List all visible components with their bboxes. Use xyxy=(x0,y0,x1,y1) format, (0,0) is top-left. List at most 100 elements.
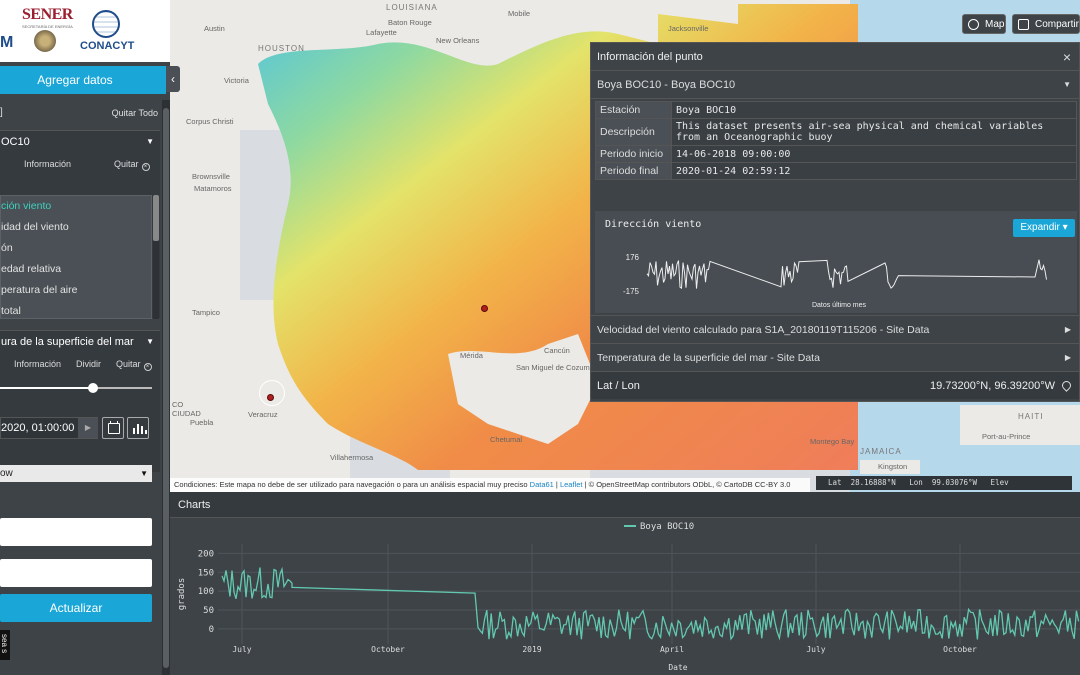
buoy-marker[interactable] xyxy=(481,305,488,312)
wind-direction-mini-chart: Dirección viento Expandir ▾ 176 -175 Dat… xyxy=(595,211,1077,313)
table-value: 14-06-2018 09:00:00 xyxy=(671,145,1077,163)
map-label: Tampico xyxy=(192,308,220,317)
conacyt-logo: CONACYT xyxy=(80,40,135,52)
expand-button[interactable]: Expandir ▾ xyxy=(1013,219,1075,237)
variable-item[interactable]: idad del viento xyxy=(1,217,151,238)
map-pin-icon[interactable] xyxy=(1060,379,1073,392)
legend-stub: sea s xyxy=(0,630,10,660)
add-data-button[interactable]: Agregar datos xyxy=(0,66,166,94)
y-axis-label: grados xyxy=(177,578,187,611)
charts-panel: Charts 200 150 100 50 0 July October 2019 April J… xyxy=(170,492,1080,675)
variable-item[interactable]: total xyxy=(1,301,151,322)
logo-bar: SENER SECRETARÍA DE ENERGÍA M CONACYT xyxy=(0,0,170,62)
map-label: Montego Bay xyxy=(810,437,855,446)
map-label: San Miguel de Cozumel xyxy=(516,363,596,372)
layer-buoy-remove-button[interactable]: Quitar × xyxy=(114,159,150,171)
variable-item[interactable]: peratura del aire xyxy=(1,280,151,301)
collapse-sidebar-button[interactable]: ‹ xyxy=(166,66,180,92)
x-tick-label: April xyxy=(660,645,684,654)
map-label: Mobile xyxy=(508,9,531,18)
variable-item[interactable]: ón xyxy=(1,238,151,259)
variable-item[interactable]: ción viento xyxy=(1,196,151,217)
table-value: Boya BOC10 xyxy=(671,101,1077,119)
calendar-icon[interactable] xyxy=(102,417,124,439)
sener-logo: SENER xyxy=(22,6,73,23)
chevron-down-icon: ▼ xyxy=(140,469,148,478)
layer-sst-remove-button[interactable]: Quitar × xyxy=(116,359,152,371)
x-tick-label: July xyxy=(232,645,251,654)
close-icon[interactable]: × xyxy=(1063,43,1071,71)
legend-label: Boya BOC10 xyxy=(640,522,694,532)
sst-site-data-link[interactable]: Temperatura de la superficie del mar - S… xyxy=(591,343,1079,371)
map-label: Cancún xyxy=(544,346,570,355)
layer-buoy-title[interactable]: OC10 ▼ xyxy=(0,131,160,153)
mini-chart-svg: 176 -175 Datos último mes xyxy=(623,253,1047,309)
x-tick-label: 2019 xyxy=(522,645,541,654)
mexico-seal-icon xyxy=(34,30,56,52)
latlon-label: Lat / Lon xyxy=(597,380,640,392)
map-label: Brownsville xyxy=(192,172,230,181)
sidebar: SENER SECRETARÍA DE ENERGÍA M CONACYT Ag… xyxy=(0,0,170,675)
map-label: HAITI xyxy=(1018,412,1044,421)
layers-header: ] Quitar Todo xyxy=(0,104,162,122)
play-arrow-icon[interactable]: ▶ xyxy=(78,418,98,438)
chevron-down-icon[interactable]: ▼ xyxy=(146,331,154,353)
bar xyxy=(145,430,147,434)
chevron-right-icon: ▶ xyxy=(1064,353,1071,362)
layer-sst-split-button[interactable]: Dividir xyxy=(76,359,101,369)
layer-sst: ura de la superficie del mar ▼ Informaci… xyxy=(0,330,160,472)
share-button[interactable]: Compartir xyxy=(1012,14,1080,34)
map-label: JAMAICA xyxy=(860,447,902,456)
layer-sst-title[interactable]: ura de la superficie del mar ▼ xyxy=(0,331,160,353)
table-key: Descripción xyxy=(595,118,672,146)
map-label: Corpus Christi xyxy=(186,117,234,126)
chevron-down-icon[interactable]: ▼ xyxy=(146,131,154,153)
table-row: Estación Boya BOC10 xyxy=(595,101,1077,119)
range-min-input[interactable] xyxy=(0,518,152,546)
selection-ring xyxy=(259,380,285,406)
globe-icon xyxy=(968,19,979,30)
conacyt-globe-icon xyxy=(92,10,120,38)
data61-link[interactable]: Data61 xyxy=(530,480,554,489)
map-label: Baton Rouge xyxy=(388,18,432,27)
y-tick-label: 50 xyxy=(203,606,214,616)
bar xyxy=(141,426,143,434)
x-tick-label: July xyxy=(806,645,825,654)
layer-buoy-info-button[interactable]: Información xyxy=(24,159,71,169)
mini-chart-title: Dirección viento xyxy=(605,219,702,230)
station-select-value: Boya BOC10 - Boya BOC10 xyxy=(597,79,736,91)
latlon-value: 19.73200°N, 96.39200°W xyxy=(930,380,1055,392)
variable-item[interactable]: edad relativa xyxy=(1,259,151,280)
share-button-label: Compartir xyxy=(1035,19,1079,30)
station-info-table: Estación Boya BOC10 Descripción This datas… xyxy=(595,101,1077,180)
sidebar-scrollbar[interactable] xyxy=(162,100,170,675)
link-label: Velocidad del viento calculado para S1A_… xyxy=(597,324,930,336)
cursor-coordinates: Lat 28.16888°N Lon 99.03076°W Elev xyxy=(816,476,1072,490)
x-axis-label: Date xyxy=(668,663,687,672)
time-series-chart[interactable]: 200 150 100 50 0 July October 2019 April July Octo… xyxy=(170,518,1080,675)
layer-sst-info-button[interactable]: Información xyxy=(14,359,61,369)
table-key: Periodo final xyxy=(595,162,672,180)
wind-speed-site-data-link[interactable]: Velocidad del viento calculado para S1A_… xyxy=(591,315,1079,343)
station-select[interactable]: Boya BOC10 - Boya BOC10 ▼ xyxy=(591,71,1079,99)
leaflet-link[interactable]: Leaflet xyxy=(560,480,583,489)
style-select[interactable]: ow ▼ xyxy=(0,465,152,482)
partner-logo: M xyxy=(0,34,14,51)
map-label: Mérida xyxy=(460,351,483,360)
variable-list-scroll-thumb[interactable] xyxy=(153,195,159,241)
chevron-down-icon: ▼ xyxy=(1063,80,1071,89)
opacity-slider[interactable] xyxy=(0,383,152,393)
sidebar-scroll-thumb[interactable] xyxy=(163,108,169,668)
range-max-input[interactable] xyxy=(0,559,152,587)
layer-buoy-actions: Información Quitar × xyxy=(0,153,160,175)
style-select-value: ow xyxy=(0,468,13,479)
map-button[interactable]: Map xyxy=(962,14,1006,34)
remove-all-button[interactable]: Quitar Todo xyxy=(112,104,158,122)
variable-list-scrollbar[interactable] xyxy=(153,195,159,319)
table-key: Estación xyxy=(595,101,672,119)
chevron-right-icon: ▶ xyxy=(1064,325,1071,334)
animation-bars-icon[interactable] xyxy=(127,417,149,439)
update-button[interactable]: Actualizar xyxy=(0,594,152,622)
opacity-slider-knob[interactable] xyxy=(87,383,98,393)
map-label: Puebla xyxy=(190,418,214,427)
